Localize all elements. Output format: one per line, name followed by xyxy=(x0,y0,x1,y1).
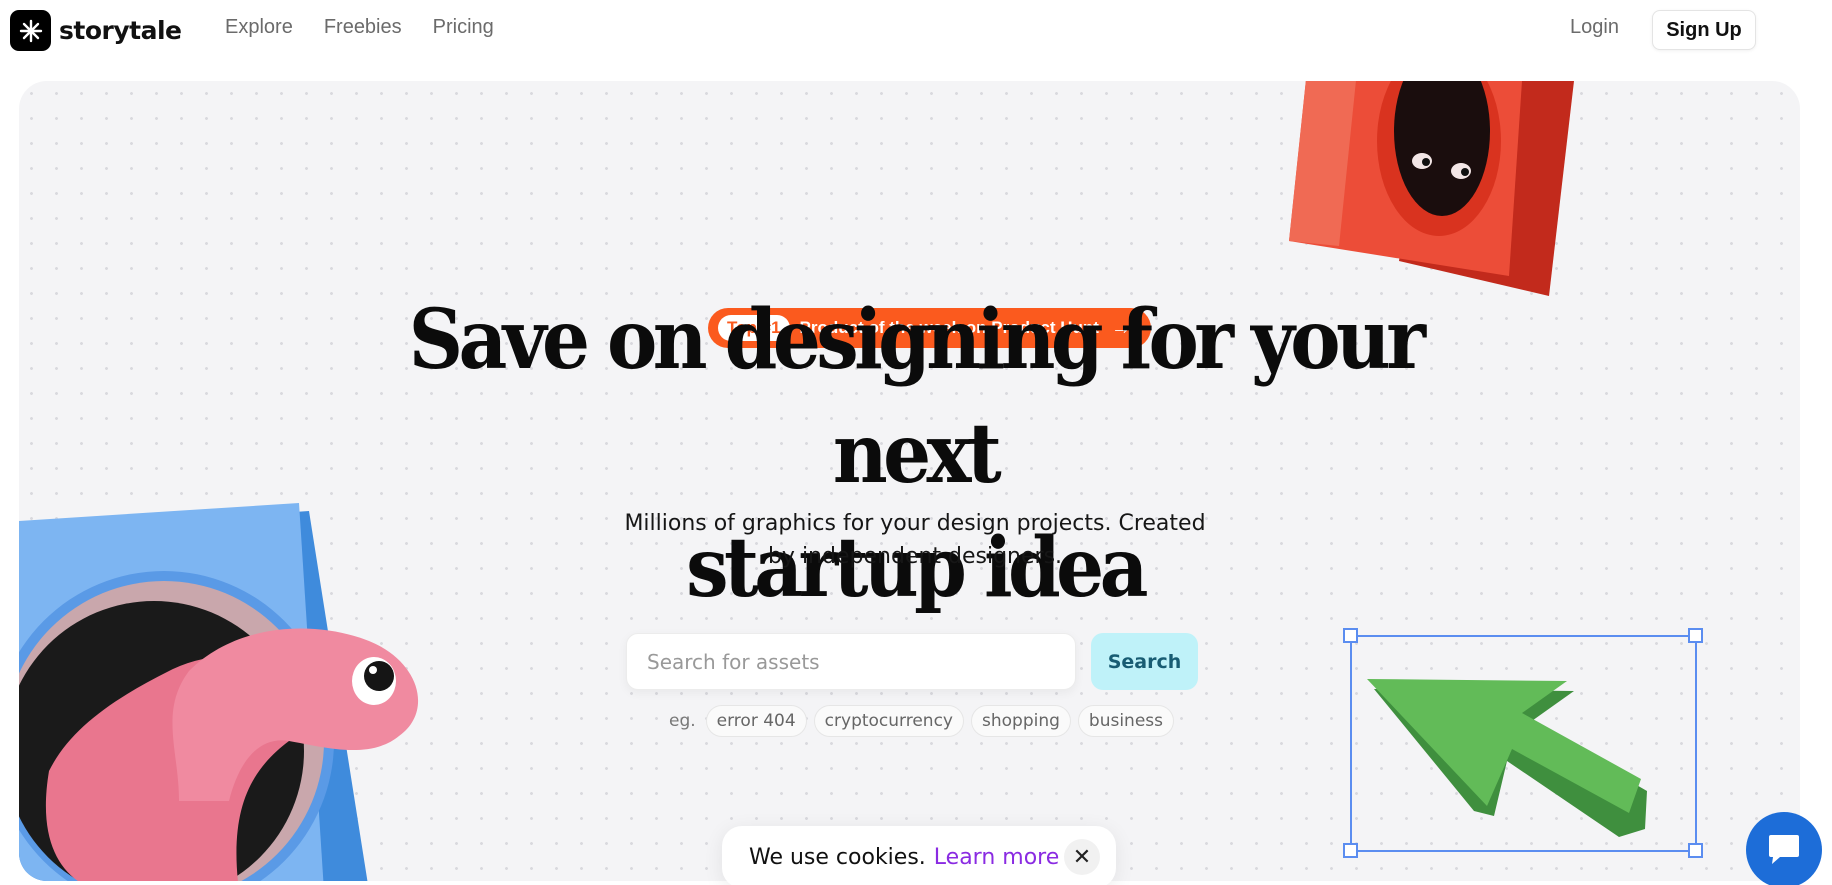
cursor-arrow-illustration xyxy=(1343,628,1703,858)
example-searches: eg. error 404 cryptocurrency shopping bu… xyxy=(669,705,1174,737)
example-chip-business[interactable]: business xyxy=(1077,705,1174,737)
subhead-line-2: by independent designers. xyxy=(767,544,1063,569)
examples-label: eg. xyxy=(669,711,696,731)
primary-nav: Explore Freebies Pricing xyxy=(225,16,494,39)
example-chip-shopping[interactable]: shopping xyxy=(971,705,1071,737)
nav-link-explore[interactable]: Explore xyxy=(225,16,293,39)
example-chip-error-404[interactable]: error 404 xyxy=(705,705,807,737)
headline-line-1: Save on designing for your next xyxy=(408,292,1426,502)
hero-headline: Save on designing for your next startup … xyxy=(322,283,1509,625)
login-link[interactable]: Login xyxy=(1570,16,1619,39)
nav-link-pricing[interactable]: Pricing xyxy=(433,16,494,39)
subhead-line-1: Millions of graphics for your design pro… xyxy=(624,511,1206,536)
brand-name: storytale xyxy=(59,16,182,45)
chat-icon xyxy=(1769,835,1799,864)
cookie-learn-more-link[interactable]: Learn more xyxy=(934,845,1059,870)
signup-button[interactable]: Sign Up xyxy=(1652,10,1756,50)
socket-illustration xyxy=(1289,81,1574,296)
hero-subheading: Millions of graphics for your design pro… xyxy=(610,507,1220,573)
top-nav: storytale Explore Freebies Pricing Login… xyxy=(0,0,1832,60)
starburst-icon xyxy=(10,10,51,51)
brand-logo[interactable]: storytale xyxy=(10,10,182,51)
close-icon[interactable]: ✕ xyxy=(1064,839,1100,875)
chat-widget-button[interactable] xyxy=(1746,812,1822,885)
search-input[interactable] xyxy=(626,633,1076,690)
nav-link-freebies[interactable]: Freebies xyxy=(324,16,402,39)
cookie-banner: We use cookies. Learn more ✕ xyxy=(722,826,1116,885)
search-button[interactable]: Search xyxy=(1091,633,1198,690)
cookie-text: We use cookies. xyxy=(749,844,926,870)
example-chip-cryptocurrency[interactable]: cryptocurrency xyxy=(813,705,964,737)
